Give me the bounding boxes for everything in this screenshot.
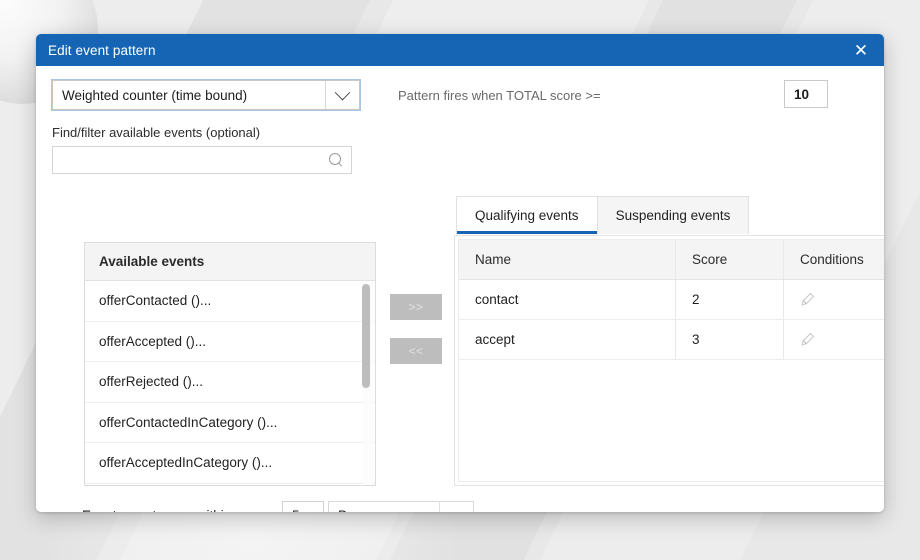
chevron-down-icon[interactable] bbox=[439, 502, 473, 512]
cell-conditions[interactable] bbox=[783, 280, 884, 319]
list-item[interactable]: offerRejected ()... bbox=[85, 362, 375, 403]
list-item[interactable]: offerAcceptedInCategory ()... bbox=[85, 443, 375, 484]
available-events-list[interactable]: offerContacted ()... offerAccepted ()...… bbox=[85, 281, 375, 485]
add-event-button[interactable]: >> bbox=[390, 294, 442, 320]
close-icon[interactable]: ✕ bbox=[848, 37, 874, 63]
dialog-titlebar: Edit event pattern ✕ bbox=[36, 34, 884, 66]
list-item[interactable]: offerContactedInCategory ()... bbox=[85, 403, 375, 444]
search-field[interactable] bbox=[52, 146, 352, 174]
cell-score[interactable]: 2 bbox=[675, 280, 783, 319]
events-window-row: Events must occur within: 5 Days bbox=[82, 501, 474, 512]
events-window-unit-value: Days bbox=[329, 502, 439, 512]
threshold-input[interactable]: 10 bbox=[784, 80, 828, 108]
cell-score[interactable]: 3 bbox=[675, 320, 783, 359]
available-events-header: Available events bbox=[85, 243, 375, 281]
pencil-icon[interactable] bbox=[800, 332, 815, 347]
pattern-type-value: Weighted counter (time bound) bbox=[53, 81, 325, 109]
edit-event-pattern-dialog: Edit event pattern ✕ Weighted counter (t… bbox=[36, 34, 884, 512]
cell-name: accept bbox=[459, 320, 675, 359]
dialog-body: Weighted counter (time bound) Pattern fi… bbox=[36, 66, 884, 512]
events-tabs: Qualifying events Suspending events bbox=[456, 196, 748, 234]
dialog-title: Edit event pattern bbox=[48, 43, 848, 58]
events-window-unit-select[interactable]: Days bbox=[328, 501, 474, 512]
search-icon bbox=[329, 153, 343, 167]
pattern-type-row: Weighted counter (time bound) Pattern fi… bbox=[52, 80, 868, 110]
list-item[interactable]: offerContacted ()... bbox=[85, 281, 375, 322]
remove-event-button[interactable]: << bbox=[390, 338, 442, 364]
events-window-label: Events must occur within: bbox=[82, 508, 282, 513]
table-row[interactable]: accept 3 bbox=[459, 320, 884, 360]
cell-name: contact bbox=[459, 280, 675, 319]
selected-events-grid: Name Score Conditions contact 2 bbox=[454, 235, 884, 486]
cell-conditions[interactable] bbox=[783, 320, 884, 359]
transfer-buttons: >> << bbox=[390, 294, 442, 364]
threshold-label: Pattern fires when TOTAL score >= bbox=[398, 88, 601, 103]
table-row[interactable]: contact 2 bbox=[459, 280, 884, 320]
chevron-down-icon[interactable] bbox=[325, 81, 359, 109]
filter-label: Find/filter available events (optional) bbox=[52, 125, 868, 140]
events-window-input[interactable]: 5 bbox=[282, 501, 324, 512]
column-header-name: Name bbox=[459, 240, 675, 279]
column-header-conditions: Conditions bbox=[783, 240, 884, 279]
tab-qualifying-events[interactable]: Qualifying events bbox=[456, 196, 598, 234]
pencil-icon[interactable] bbox=[800, 292, 815, 307]
search-input[interactable] bbox=[61, 153, 329, 168]
pattern-type-select[interactable]: Weighted counter (time bound) bbox=[52, 80, 360, 110]
available-events-panel: Available events offerContacted ()... of… bbox=[84, 242, 376, 486]
tab-suspending-events[interactable]: Suspending events bbox=[597, 196, 750, 234]
grid-empty-area bbox=[459, 360, 884, 481]
list-item[interactable]: offerAccepted ()... bbox=[85, 322, 375, 363]
column-header-score: Score bbox=[675, 240, 783, 279]
grid-header-row: Name Score Conditions bbox=[459, 240, 884, 280]
list-scrollbar[interactable] bbox=[363, 281, 373, 485]
list-scrollbar-thumb[interactable] bbox=[362, 284, 370, 388]
